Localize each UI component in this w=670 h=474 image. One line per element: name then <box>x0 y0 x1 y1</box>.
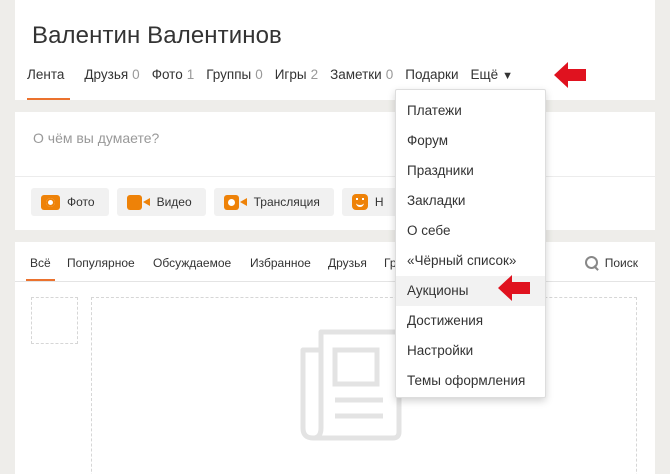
annotation-arrow-icon <box>498 275 530 301</box>
profile-name: Валентин Валентинов <box>32 22 282 49</box>
nav-count: 0 <box>385 67 394 82</box>
nav-tab-photos[interactable]: Фото 1 <box>146 66 201 100</box>
divider <box>15 176 655 177</box>
feed-tabs: Всё Популярное Обсуждаемое Избранное Дру… <box>15 242 655 282</box>
annotation-arrow-icon <box>554 62 586 88</box>
menu-item-about[interactable]: О себе <box>396 216 545 246</box>
post-actions: Фото Видео Трансляция Н <box>31 188 406 216</box>
video-camera-icon <box>126 194 150 210</box>
nav-count: 2 <box>310 67 319 82</box>
menu-item-achievements[interactable]: Достижения <box>396 306 545 336</box>
add-photo-button[interactable]: Фото <box>31 188 109 216</box>
search-icon <box>584 256 599 270</box>
nav-tab-games[interactable]: Игры 2 <box>269 66 324 100</box>
nav-count: 0 <box>132 67 140 82</box>
nav-tab-groups[interactable]: Группы 0 <box>200 66 269 100</box>
feed-tab-favorites[interactable]: Избранное <box>250 256 311 270</box>
menu-item-holidays[interactable]: Праздники <box>396 156 545 186</box>
add-video-button[interactable]: Видео <box>116 188 206 216</box>
menu-item-payments[interactable]: Платежи <box>396 96 545 126</box>
caret-down-icon: ▼ <box>502 70 514 82</box>
feed-tab-friends[interactable]: Друзья <box>328 256 367 270</box>
nav-count: 1 <box>186 67 195 82</box>
avatar-placeholder <box>31 297 78 344</box>
smiley-icon <box>351 194 368 210</box>
menu-item-settings[interactable]: Настройки <box>396 336 545 366</box>
menu-item-forum[interactable]: Форум <box>396 126 545 156</box>
more-menu-dropdown: Платежи Форум Праздники Закладки О себе … <box>395 89 546 398</box>
mood-button[interactable]: Н <box>341 188 398 216</box>
newspaper-icon <box>300 329 402 441</box>
menu-item-themes[interactable]: Темы оформления <box>396 366 545 396</box>
post-input[interactable]: О чём вы думаете? <box>33 130 159 146</box>
feed-search-button[interactable]: Поиск <box>584 256 638 270</box>
nav-tab-feed[interactable]: Лента <box>15 66 78 100</box>
nav-count: 0 <box>255 67 263 82</box>
feed-tab-all[interactable]: Всё <box>26 256 55 281</box>
nav-tab-friends[interactable]: Друзья 0 <box>78 66 145 100</box>
camera-icon <box>41 194 60 210</box>
menu-item-blacklist[interactable]: «Чёрный список» <box>396 246 545 276</box>
start-broadcast-button[interactable]: Трансляция <box>213 188 334 216</box>
post-composer: О чём вы думаете? Фото Видео Трансляция … <box>15 112 655 230</box>
menu-item-bookmarks[interactable]: Закладки <box>396 186 545 216</box>
feed-tab-discussed[interactable]: Обсуждаемое <box>153 256 231 270</box>
broadcast-icon <box>223 194 247 210</box>
nav-tab-notes[interactable]: Заметки 0 <box>324 66 399 100</box>
feed-tab-popular[interactable]: Популярное <box>67 256 135 270</box>
